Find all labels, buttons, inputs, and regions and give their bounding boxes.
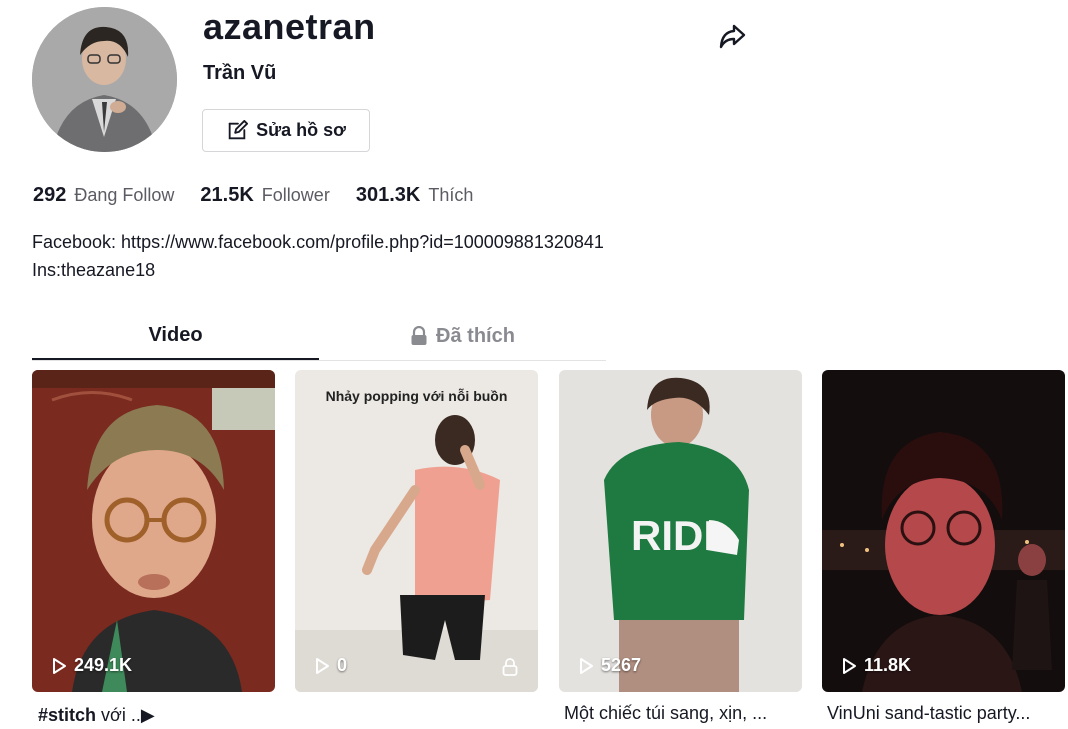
private-lock-icon — [502, 658, 518, 676]
video-thumbnail — [295, 370, 538, 692]
play-icon — [843, 657, 856, 674]
likes-count: 301.3K — [355, 184, 421, 206]
nickname: Trần Vũ — [203, 62, 277, 84]
video-card[interactable]: RIDI 5267 — [559, 370, 802, 692]
view-count: 249.1K — [50, 655, 132, 676]
tab-videos-label: Video — [148, 323, 203, 346]
share-button[interactable] — [716, 20, 748, 52]
video-caption-text: VinUni sand-tastic party... — [827, 703, 1031, 723]
view-count-value: 0 — [337, 655, 348, 675]
avatar[interactable] — [32, 7, 177, 152]
lock-icon — [411, 326, 427, 345]
tab-videos[interactable]: Video — [32, 312, 319, 360]
profile-tabs: Video Đã thích — [32, 312, 606, 361]
view-count: 5267 — [577, 655, 641, 676]
profile-page: azanetran Trần Vũ Sửa hồ sơ 292 Đang Fol… — [0, 0, 1068, 729]
bio: Facebook: https://www.facebook.com/profi… — [32, 228, 604, 284]
video-caption[interactable]: #stitch với ..▶ — [38, 705, 155, 726]
video-thumbnail: RIDI — [559, 370, 802, 692]
video-card[interactable]: 11.8K — [822, 370, 1065, 692]
video-card[interactable]: 249.1K — [32, 370, 275, 692]
likes-stat: 301.3K Thích — [356, 184, 474, 207]
play-icon — [580, 657, 593, 674]
video-card[interactable]: Nhảy popping với nỗi buồn 0 — [295, 370, 538, 692]
profile-stats: 292 Đang Follow 21.5K Follower 301.3K Th… — [33, 184, 473, 207]
following-count: 292 — [33, 184, 67, 206]
likes-label: Thích — [428, 185, 474, 205]
view-count-value: 11.8K — [864, 655, 912, 675]
play-icon — [316, 657, 329, 674]
share-icon — [719, 24, 746, 49]
avatar-image — [32, 7, 177, 152]
username: azanetran — [203, 6, 376, 47]
view-count: 11.8K — [840, 655, 911, 676]
video-caption-hashtag[interactable]: #stitch — [38, 705, 96, 725]
edit-profile-label: Sửa hồ sơ — [256, 120, 346, 140]
video-caption[interactable]: VinUni sand-tastic party... — [827, 703, 1030, 724]
tab-liked[interactable]: Đã thích — [319, 312, 606, 360]
view-count-value: 249.1K — [74, 655, 133, 675]
followers-stat[interactable]: 21.5K Follower — [200, 184, 329, 207]
tab-liked-label: Đã thích — [436, 324, 515, 347]
svg-text:RIDI: RIDI — [631, 512, 715, 559]
following-label: Đang Follow — [74, 185, 175, 205]
video-caption[interactable]: Một chiếc túi sang, xịn, ... — [564, 703, 767, 724]
video-overlay-text: Nhảy popping với nỗi buồn — [325, 388, 508, 404]
view-count-value: 5267 — [601, 655, 642, 675]
video-caption-text: Một chiếc túi sang, xịn, ... — [564, 703, 768, 723]
bio-line-facebook: Facebook: https://www.facebook.com/profi… — [32, 232, 604, 252]
followers-label: Follower — [261, 185, 330, 205]
video-caption-text: với ..▶ — [96, 705, 155, 725]
view-count: 0 — [313, 655, 347, 676]
play-icon — [53, 657, 66, 674]
video-thumbnail — [822, 370, 1065, 692]
edit-profile-button[interactable]: Sửa hồ sơ — [202, 109, 370, 152]
following-stat[interactable]: 292 Đang Follow — [33, 184, 174, 207]
video-thumbnail — [32, 370, 275, 692]
followers-count: 21.5K — [200, 184, 254, 206]
bio-line-instagram: Ins:theazane18 — [32, 260, 156, 280]
edit-icon — [228, 119, 249, 139]
